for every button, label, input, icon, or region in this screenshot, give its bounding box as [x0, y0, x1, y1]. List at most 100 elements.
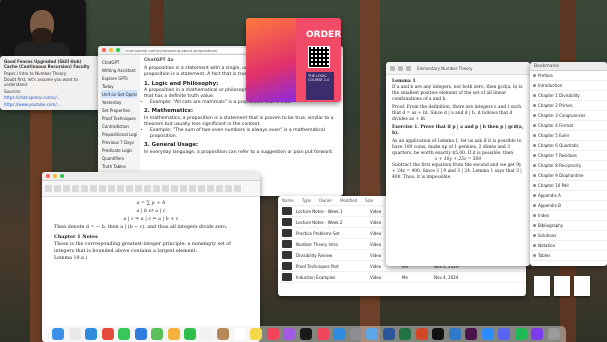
- bookmark-item[interactable]: Chapter 4 Fermat: [530, 121, 607, 131]
- zoom-button[interactable]: [60, 174, 64, 178]
- minimize-button[interactable]: [398, 65, 403, 71]
- book-cover[interactable]: THE LOGIC COURSE 2.0: [306, 72, 334, 100]
- close-button[interactable]: [46, 174, 50, 178]
- bookmarks-panel[interactable]: Bookmarks Preface Introduction Chapter 1 D…: [530, 62, 607, 266]
- qr-code-icon[interactable]: [308, 46, 330, 68]
- bookmark-item[interactable]: Chapter 2 Primes: [530, 101, 607, 111]
- facetime-app-icon[interactable]: [184, 328, 197, 340]
- bookmark-item[interactable]: Tables: [530, 251, 607, 261]
- ribbon-tool-icon[interactable]: [216, 185, 223, 192]
- doc-page[interactable]: a = ∑ yᵢ + b a | b or a | c a | c ⇒ a | …: [54, 199, 248, 342]
- ribbon-tool-icon[interactable]: [63, 185, 70, 192]
- column-header[interactable]: Name: [282, 198, 294, 203]
- bookmark-item[interactable]: Chapter 1 Divisibility: [530, 91, 607, 101]
- bookmark-item[interactable]: Chapter 7 Residues: [530, 151, 607, 161]
- preview-app-icon[interactable]: [366, 328, 379, 340]
- contacts-app-icon[interactable]: [217, 328, 230, 340]
- ribbon-tool-icon[interactable]: [189, 185, 196, 192]
- column-header[interactable]: Owner: [319, 198, 332, 203]
- ribbon-tool-icon[interactable]: [81, 185, 88, 192]
- bookmark-item[interactable]: Bibliography: [530, 221, 607, 231]
- column-header[interactable]: Type: [302, 198, 311, 203]
- order-promo-window[interactable]: ORDER THE LOGIC COURSE 2.0: [246, 18, 341, 102]
- bookmark-item[interactable]: Appendix B: [530, 201, 607, 211]
- mail-app-icon[interactable]: [134, 328, 147, 340]
- excel-app-icon[interactable]: [399, 328, 412, 340]
- minimize-button[interactable]: [53, 174, 57, 178]
- pdf-viewer-window[interactable]: Elementary Number Theory Lemma 1 If a an…: [386, 62, 530, 266]
- notes-link[interactable]: https://chat.openai.com/c/...: [4, 95, 96, 100]
- ribbon-tool-icon[interactable]: [162, 185, 169, 192]
- photos-app-icon[interactable]: [167, 328, 180, 340]
- ribbon-tool-icon[interactable]: [207, 185, 214, 192]
- notes-app-icon[interactable]: [250, 328, 263, 340]
- reminders-app-icon[interactable]: [233, 328, 246, 340]
- page-thumbnail[interactable]: [554, 276, 570, 296]
- ribbon-tool-icon[interactable]: [54, 185, 61, 192]
- bookmark-item[interactable]: Index: [530, 211, 607, 221]
- vscode-app-icon[interactable]: [448, 328, 461, 340]
- appstore-app-icon[interactable]: [333, 328, 346, 340]
- ribbon-tool-icon[interactable]: [135, 185, 142, 192]
- page-thumbnail[interactable]: [574, 276, 590, 296]
- safari-app-icon[interactable]: [85, 328, 98, 340]
- settings-app-icon[interactable]: [349, 328, 362, 340]
- chat-history-item[interactable]: Set Properties: [101, 106, 137, 114]
- messages-app-icon[interactable]: [118, 328, 131, 340]
- chat-history-item[interactable]: Today: [101, 82, 137, 90]
- ribbon-tool-icon[interactable]: [108, 185, 115, 192]
- ribbon-tool-icon[interactable]: [198, 185, 205, 192]
- chat-history-item[interactable]: Propositional Logic: [101, 130, 137, 138]
- chat-history-item[interactable]: Unit on Set Operations: [101, 90, 137, 98]
- chat-history-item[interactable]: Proof Techniques: [101, 114, 137, 122]
- ribbon-tool-icon[interactable]: [225, 185, 232, 192]
- podcasts-app-icon[interactable]: [283, 328, 296, 340]
- discord-app-icon[interactable]: [498, 328, 511, 340]
- ribbon-tool-icon[interactable]: [180, 185, 187, 192]
- ribbon-tool-icon[interactable]: [45, 185, 52, 192]
- chrome-app-icon[interactable]: [101, 328, 114, 340]
- chat-history-item[interactable]: ChatGPT: [101, 58, 137, 66]
- bookmark-item[interactable]: Chapter 6 Quadratic: [530, 141, 607, 151]
- music-app-icon[interactable]: [266, 328, 279, 340]
- chat-history-item[interactable]: Yesterday: [101, 98, 137, 106]
- chat-history-item[interactable]: Truth Tables: [101, 162, 137, 170]
- zoom-app-icon[interactable]: [481, 328, 494, 340]
- word-document-window[interactable]: a = ∑ yᵢ + b a | b or a | c a | c ⇒ a | …: [42, 172, 260, 342]
- close-button[interactable]: [390, 65, 395, 71]
- ribbon-tool-icon[interactable]: [126, 185, 133, 192]
- file-row[interactable]: Induction Examples Video Me Nov 4, 2024: [278, 272, 526, 283]
- column-header[interactable]: Modified: [340, 198, 357, 203]
- powerpoint-app-icon[interactable]: [415, 328, 428, 340]
- ribbon-tool-icon[interactable]: [234, 185, 241, 192]
- maps-app-icon[interactable]: [151, 328, 164, 340]
- bookmark-item[interactable]: Chapter 5 Euler: [530, 131, 607, 141]
- minimize-button[interactable]: [109, 48, 113, 52]
- ribbon-tool-icon[interactable]: [144, 185, 151, 192]
- launchpad-app-icon[interactable]: [68, 328, 81, 340]
- obsidian-app-icon[interactable]: [531, 328, 544, 340]
- ribbon-tool-icon[interactable]: [99, 185, 106, 192]
- bookmark-item[interactable]: Appendix A: [530, 191, 607, 201]
- trash-app-icon[interactable]: [547, 328, 560, 340]
- ribbon-tool-icon[interactable]: [171, 185, 178, 192]
- column-header[interactable]: Size: [365, 198, 373, 203]
- chat-history-item[interactable]: Previous 7 Days: [101, 138, 137, 146]
- chat-history-item[interactable]: Contradiction: [101, 122, 137, 130]
- ribbon-tool-icon[interactable]: [90, 185, 97, 192]
- news-app-icon[interactable]: [316, 328, 329, 340]
- close-button[interactable]: [102, 48, 106, 52]
- bookmark-item[interactable]: Preface: [530, 71, 607, 81]
- notes-link[interactable]: https://www.youtube.com/...: [4, 102, 96, 107]
- webcam-video-window[interactable]: [0, 0, 86, 56]
- chat-history-item[interactable]: Writing Assistant: [101, 66, 137, 74]
- word-app-icon[interactable]: [382, 328, 395, 340]
- notes-panel[interactable]: Good Fences Upgraded (Skill Hub) Cache (…: [0, 56, 100, 110]
- ribbon-tool-icon[interactable]: [72, 185, 79, 192]
- bookmark-item[interactable]: Notation: [530, 241, 607, 251]
- chat-history-item[interactable]: Predicate Logic: [101, 146, 137, 154]
- bookmark-item[interactable]: Chapter 9 Diophantine: [530, 171, 607, 181]
- ribbon-tool-icon[interactable]: [117, 185, 124, 192]
- ribbon-tool-icon[interactable]: [153, 185, 160, 192]
- calendar-app-icon[interactable]: [200, 328, 213, 340]
